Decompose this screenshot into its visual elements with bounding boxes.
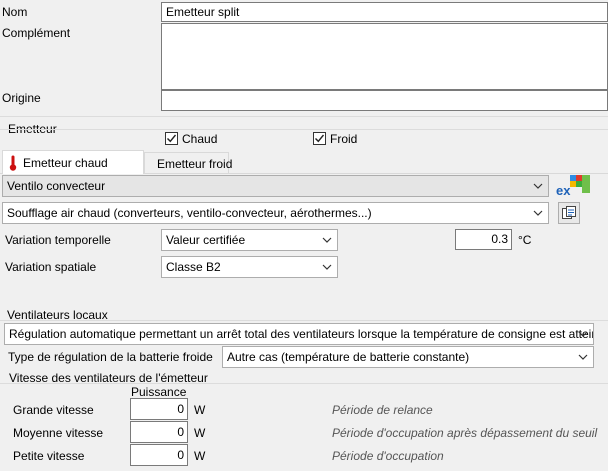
complement-label: Complément: [2, 26, 71, 40]
tab-emetteur-chaud-label: Emetteur chaud: [23, 155, 108, 170]
tab-emetteur-froid-label: Emetteur froid: [157, 156, 233, 171]
chevron-down-icon: [321, 257, 333, 277]
variation-spatiale-value: Classe B2: [166, 260, 221, 274]
separator: [0, 320, 608, 321]
petite-vitesse-input[interactable]: 0: [130, 444, 188, 466]
excel-icon[interactable]: ex: [556, 175, 590, 197]
nom-input[interactable]: Emetteur split: [161, 2, 608, 22]
grande-vitesse-period: Période de relance: [332, 403, 433, 417]
moyenne-vitesse-input[interactable]: 0: [130, 421, 188, 443]
froid-checkbox[interactable]: [313, 132, 326, 145]
copy-icon: [562, 206, 576, 219]
excel-icon-text: ex: [556, 183, 571, 198]
moyenne-vitesse-period: Période d'occupation après dépassement d…: [332, 426, 598, 440]
type-regulation-value: Autre cas (température de batterie const…: [227, 350, 470, 364]
tab-emetteur-froid[interactable]: Emetteur froid: [144, 152, 233, 174]
chevron-down-icon: [532, 203, 544, 223]
separator: [0, 129, 608, 130]
variation-temporelle-label: Variation temporelle: [5, 233, 111, 247]
variation-temporelle-select[interactable]: Valeur certifiée: [161, 229, 338, 251]
variation-spatiale-select[interactable]: Classe B2: [161, 256, 338, 278]
thermometer-hot-icon: [9, 155, 17, 171]
grande-vitesse-input[interactable]: 0: [130, 398, 188, 420]
emetteur-type-select[interactable]: Ventilo convecteur: [2, 175, 549, 197]
origine-label: Origine: [2, 91, 41, 105]
soufflage-value: Soufflage air chaud (converteurs, ventil…: [7, 206, 372, 220]
type-regulation-select[interactable]: Autre cas (température de batterie const…: [222, 346, 594, 368]
regulation-value: Régulation automatique permettant un arr…: [9, 327, 594, 341]
puissance-header: Puissance: [131, 385, 187, 399]
complement-textarea[interactable]: [161, 23, 608, 90]
variation-temporelle-value: Valeur certifiée: [166, 233, 246, 247]
temperature-input[interactable]: 0.3: [455, 229, 512, 250]
separator: [0, 116, 608, 117]
regulation-select[interactable]: Régulation automatique permettant un arr…: [4, 323, 594, 345]
chevron-down-icon: [532, 176, 544, 196]
chaud-checkbox[interactable]: [165, 132, 178, 145]
chevron-down-icon: [321, 230, 333, 250]
soufflage-select[interactable]: Soufflage air chaud (converteurs, ventil…: [2, 202, 549, 224]
emetteur-type-value: Ventilo convecteur: [7, 179, 106, 193]
grande-vitesse-unit: W: [194, 403, 206, 417]
tab-emetteur-chaud[interactable]: Emetteur chaud: [2, 150, 144, 174]
froid-label: Froid: [330, 132, 358, 146]
moyenne-vitesse-label: Moyenne vitesse: [13, 426, 104, 440]
variation-spatiale-label: Variation spatiale: [5, 260, 97, 274]
checkmark-icon: [315, 134, 325, 143]
separator: [0, 383, 608, 384]
chevron-down-icon: [577, 347, 589, 367]
petite-vitesse-unit: W: [194, 449, 206, 463]
checkmark-icon: [167, 134, 177, 143]
petite-vitesse-period: Période d'occupation: [332, 449, 444, 463]
copy-button[interactable]: [558, 202, 580, 224]
petite-vitesse-label: Petite vitesse: [13, 449, 85, 463]
moyenne-vitesse-unit: W: [194, 426, 206, 440]
temperature-unit: °C: [518, 233, 532, 247]
chaud-label: Chaud: [182, 132, 218, 146]
grande-vitesse-label: Grande vitesse: [13, 403, 94, 417]
origine-input[interactable]: [161, 90, 608, 111]
chevron-down-icon: [577, 324, 589, 344]
nom-label: Nom: [2, 5, 28, 19]
type-regulation-label: Type de régulation de la batterie froide: [8, 350, 213, 364]
